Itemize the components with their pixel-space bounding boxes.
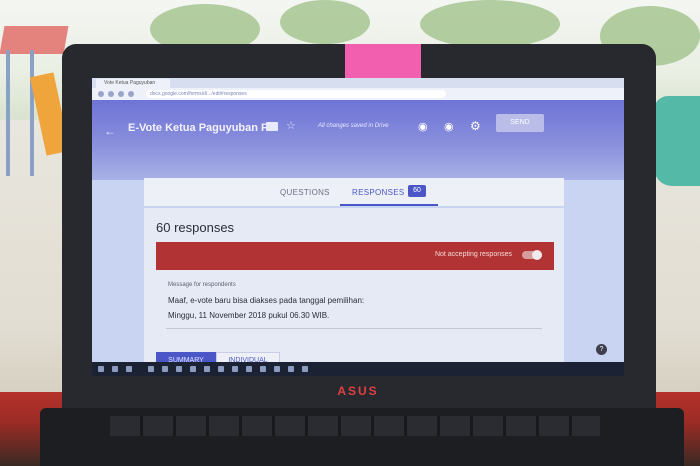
- background-tree: [280, 0, 370, 44]
- responses-count-badge: 60: [408, 185, 426, 197]
- taskview-icon[interactable]: [126, 366, 132, 372]
- folder-icon[interactable]: [266, 122, 278, 131]
- responses-card: 60 responses Not accepting responses Mes…: [144, 208, 564, 376]
- taskbar-app-icon[interactable]: [302, 366, 308, 372]
- reload-icon[interactable]: [118, 91, 124, 97]
- respondent-message-field[interactable]: Maaf, e-vote baru bisa diakses pada tang…: [166, 292, 542, 329]
- keyboard-keys: [110, 416, 600, 436]
- not-accepting-banner: Not accepting responses: [156, 242, 554, 270]
- active-tab-indicator: [340, 204, 438, 206]
- form-tabs: QUESTIONS RESPONSES 60: [144, 178, 564, 206]
- back-arrow-icon[interactable]: ←: [104, 124, 116, 138]
- webcam-sticky-note: [345, 44, 421, 78]
- playground-equipment: [0, 26, 71, 176]
- message-line: Maaf, e-vote baru bisa diakses pada tang…: [168, 296, 365, 305]
- taskbar-app-icon[interactable]: [274, 366, 280, 372]
- tab-questions[interactable]: QUESTIONS: [280, 188, 330, 197]
- explorer-app-icon[interactable]: [162, 366, 168, 372]
- url-field[interactable]: docs.google.com/forms/d/.../edit#respons…: [146, 90, 446, 98]
- browser-address-bar: docs.google.com/forms/d/.../edit#respons…: [92, 88, 624, 100]
- home-icon[interactable]: [128, 91, 134, 97]
- taskbar-app-icon[interactable]: [246, 366, 252, 372]
- taskbar-app-icon[interactable]: [218, 366, 224, 372]
- taskbar-app-icon[interactable]: [204, 366, 210, 372]
- toggle-knob: [532, 250, 542, 260]
- playground-pole: [6, 50, 10, 176]
- not-accepting-label: Not accepting responses: [434, 251, 512, 258]
- taskbar-app-icon[interactable]: [260, 366, 266, 372]
- star-icon[interactable]: ☆: [286, 119, 296, 132]
- browser-tab[interactable]: Vote Ketua Paguyuban: [96, 79, 170, 88]
- browser-app-icon[interactable]: [148, 366, 154, 372]
- search-icon[interactable]: [112, 366, 118, 372]
- forward-nav-icon[interactable]: [108, 91, 114, 97]
- message-label: Message for respondents: [168, 282, 236, 288]
- playground-pole: [30, 50, 34, 176]
- back-nav-icon[interactable]: [98, 91, 104, 97]
- playground-roof: [0, 26, 69, 54]
- send-button[interactable]: SEND: [496, 114, 544, 132]
- tab-responses[interactable]: RESPONSES: [352, 188, 405, 197]
- taskbar-app-icon[interactable]: [288, 366, 294, 372]
- accepting-responses-toggle[interactable]: [522, 250, 542, 260]
- taskbar-app-icon[interactable]: [232, 366, 238, 372]
- palette-icon[interactable]: ◉: [418, 120, 428, 133]
- start-icon[interactable]: [98, 366, 104, 372]
- background-tree: [420, 0, 560, 48]
- plastic-chair: [654, 96, 700, 186]
- laptop-logo: ASUS: [337, 384, 379, 398]
- message-line: Minggu, 11 November 2018 pukul 06.30 WIB…: [168, 311, 330, 320]
- browser-tab-bar: Vote Ketua Paguyuban: [92, 78, 624, 88]
- windows-taskbar: [92, 362, 624, 376]
- mail-app-icon[interactable]: [190, 366, 196, 372]
- forms-header: ← E-Vote Ketua Paguyuban F ☆ All changes…: [92, 100, 624, 180]
- responses-heading: 60 responses: [156, 220, 235, 235]
- help-icon[interactable]: ?: [596, 344, 607, 355]
- form-title[interactable]: E-Vote Ketua Paguyuban F: [128, 122, 268, 134]
- preview-eye-icon[interactable]: ◉: [444, 120, 454, 133]
- laptop-screen: Vote Ketua Paguyuban docs.google.com/for…: [92, 78, 624, 376]
- save-status: All changes saved in Drive: [318, 123, 389, 129]
- store-app-icon[interactable]: [176, 366, 182, 372]
- gear-icon[interactable]: ⚙: [470, 119, 481, 133]
